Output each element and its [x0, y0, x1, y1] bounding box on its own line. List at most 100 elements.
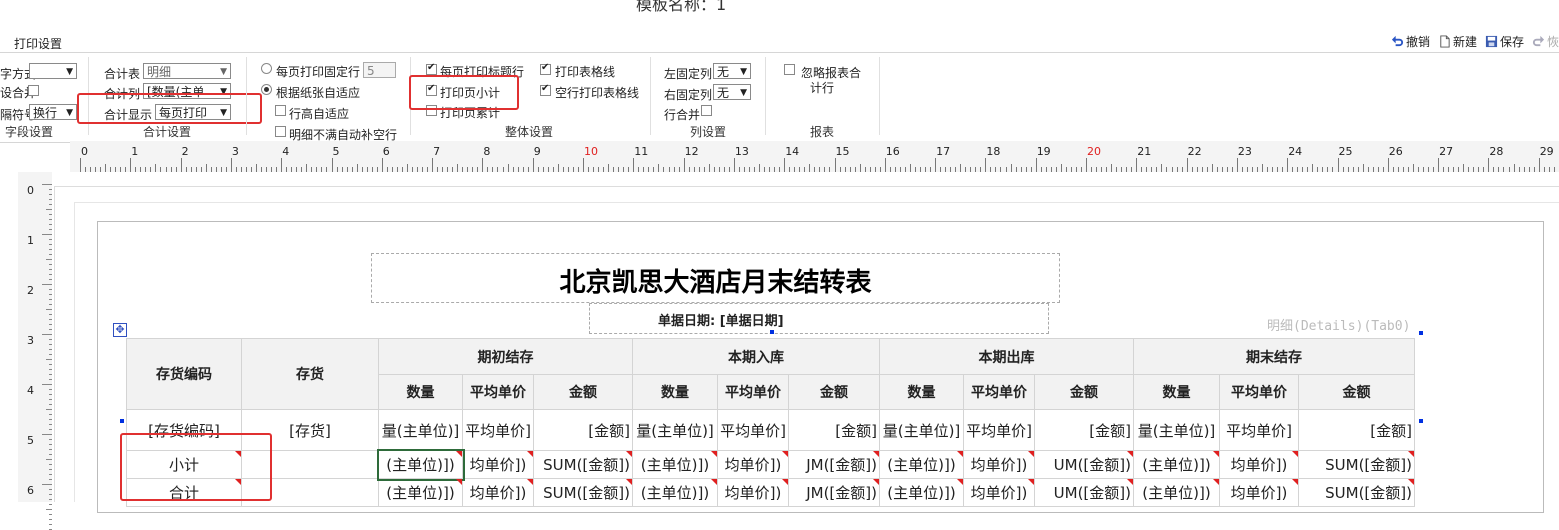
subtotal-cell[interactable]: UM([金额]) [1035, 451, 1134, 479]
subtotal-cell[interactable]: 均单价]) [463, 451, 534, 479]
selection-handle[interactable] [770, 330, 774, 334]
selection-handle[interactable] [120, 419, 124, 423]
page-top-guide [54, 186, 1559, 187]
document-date-label: 单据日期: [单据日期] [658, 310, 784, 329]
row-merge-checkbox[interactable] [701, 105, 712, 116]
detail-cell[interactable]: [金额] [1035, 410, 1134, 451]
ignore-total-checkbox[interactable] [784, 64, 795, 75]
subtotal-cell[interactable]: (主单位)]) [1134, 451, 1220, 479]
detail-cell[interactable]: 平均单价] [1220, 410, 1299, 451]
highlight-box-total-display [77, 93, 262, 124]
detail-cell[interactable]: 量(主单位)] [1134, 410, 1220, 451]
h-ruler-tick [357, 164, 358, 172]
field-mode-select[interactable]: ▼ [29, 63, 77, 79]
fixed-rows-input[interactable]: 5 [363, 62, 396, 78]
sub-header-cell[interactable]: 金额 [1035, 375, 1134, 410]
subtotal-cell[interactable]: 均单价]) [718, 451, 789, 479]
header-period-in[interactable]: 本期入库 [633, 339, 880, 375]
total-cell[interactable]: (主单位)]) [379, 479, 463, 507]
title-textbox[interactable]: 北京凯思大酒店月末结转表 [371, 253, 1060, 303]
total-cell[interactable]: 均单价]) [463, 479, 534, 507]
header-opening-balance[interactable]: 期初结存 [379, 339, 633, 375]
sub-header-cell[interactable]: 金额 [789, 375, 880, 410]
highlight-box-subtotal-rows [120, 433, 272, 501]
sub-header-cell[interactable]: 数量 [633, 375, 718, 410]
detail-cell[interactable]: 平均单价] [718, 410, 789, 451]
h-ruler-tick [1413, 164, 1414, 172]
header-closing-balance[interactable]: 期末结存 [1134, 339, 1415, 375]
print-grid-lines-checkbox[interactable] [540, 64, 551, 75]
subtotal-cell[interactable]: (主单位)]) [880, 451, 964, 479]
date-textbox[interactable]: 单据日期: [单据日期] [589, 303, 1049, 334]
total-cell[interactable]: (主单位)]) [1134, 479, 1220, 507]
selection-handle[interactable] [1419, 419, 1423, 423]
detail-cell[interactable]: 量(主单位)] [633, 410, 718, 451]
table-move-handle[interactable]: ✥ [113, 323, 127, 337]
subtotal-cell[interactable]: JM([金额]) [789, 451, 880, 479]
new-doc-icon [1438, 35, 1451, 48]
total-cell[interactable]: SUM([金额]) [534, 479, 633, 507]
subtotal-cell[interactable]: (主单位)]) [379, 451, 463, 479]
row-height-checkbox[interactable] [275, 105, 286, 116]
sub-header-cell[interactable]: 平均单价 [1220, 375, 1299, 410]
new-button[interactable]: 新建 [1438, 33, 1477, 50]
h-ruler-tick [508, 164, 509, 172]
sub-header-cell[interactable]: 数量 [880, 375, 964, 410]
total-cell[interactable]: 均单价]) [964, 479, 1035, 507]
total-cell[interactable]: JM([金额]) [789, 479, 880, 507]
template-title: 模板名称：1 [636, 0, 726, 15]
sub-header-cell[interactable]: 平均单价 [463, 375, 534, 410]
total-table-select[interactable]: 明细▼ [143, 63, 231, 79]
h-ruler-number: 11 [634, 145, 648, 158]
sub-header-cell[interactable]: 金额 [534, 375, 633, 410]
h-ruler-number: 29 [1540, 145, 1554, 158]
auto-fit-radio[interactable] [261, 84, 272, 95]
total-cell[interactable]: UM([金额]) [1035, 479, 1134, 507]
detail-cell[interactable]: 量(主单位)] [880, 410, 964, 451]
selection-handle[interactable] [1419, 331, 1423, 335]
field-group-title: 字段设置 [5, 123, 53, 140]
total-cell[interactable]: 均单价]) [1220, 479, 1299, 507]
total-row: 合计(主单位)])均单价])SUM([金额])(主单位)])均单价])JM([金… [127, 479, 1415, 507]
print-title-rows-checkbox[interactable] [426, 64, 437, 75]
detail-cell[interactable]: 平均单价] [463, 410, 534, 451]
sub-header-cell[interactable]: 数量 [379, 375, 463, 410]
total-cell[interactable]: (主单位)]) [880, 479, 964, 507]
header-period-out[interactable]: 本期出库 [880, 339, 1134, 375]
report-grid[interactable]: 存货编码 存货 期初结存 本期入库 本期出库 期末结存 数量平均单价金额数量平均… [126, 338, 1415, 507]
detail-cell[interactable]: 量(主单位)] [379, 410, 463, 451]
subtotal-cell[interactable]: (主单位)]) [633, 451, 718, 479]
empty-row-grid-checkbox[interactable] [540, 85, 551, 96]
detail-cell[interactable]: [金额] [534, 410, 633, 451]
sub-header-cell[interactable]: 平均单价 [718, 375, 789, 410]
total-cell[interactable]: SUM([金额]) [1299, 479, 1415, 507]
detail-cell[interactable]: 平均单价] [964, 410, 1035, 451]
detail-cell[interactable]: [金额] [1299, 410, 1415, 451]
undo-button[interactable]: 撤销 [1391, 33, 1430, 50]
field-merge-checkbox[interactable] [28, 85, 39, 96]
header-item-code[interactable]: 存货编码 [127, 339, 242, 410]
h-ruler-tick [835, 158, 836, 172]
fill-blank-checkbox[interactable] [275, 126, 286, 137]
save-button[interactable]: 保存 [1485, 33, 1524, 50]
left-fixed-select[interactable]: 无▼ [713, 63, 751, 79]
right-fixed-select[interactable]: 无▼ [713, 84, 751, 100]
total-cell[interactable]: (主单位)]) [633, 479, 718, 507]
detail-cell[interactable]: [金额] [789, 410, 880, 451]
v-ruler-tick [42, 484, 52, 485]
h-ruler-number: 15 [836, 145, 850, 158]
sub-header-cell[interactable]: 金额 [1299, 375, 1415, 410]
subtotal-cell[interactable]: 均单价]) [1220, 451, 1299, 479]
subtotal-cell[interactable]: SUM([金额]) [534, 451, 633, 479]
subtotal-cell[interactable]: SUM([金额]) [1299, 451, 1415, 479]
header-item[interactable]: 存货 [242, 339, 379, 410]
fixed-rows-radio[interactable] [261, 63, 272, 74]
total-cell[interactable]: 均单价]) [718, 479, 789, 507]
tab-print-settings[interactable]: 打印设置 [14, 35, 62, 52]
sub-header-cell[interactable]: 数量 [1134, 375, 1220, 410]
sub-header-cell[interactable]: 平均单价 [964, 375, 1035, 410]
separator-select[interactable]: 换行▼ [29, 104, 77, 120]
h-ruler-number: 18 [986, 145, 1000, 158]
subtotal-cell[interactable]: 均单价]) [964, 451, 1035, 479]
redo-button[interactable]: 恢 [1532, 33, 1559, 50]
